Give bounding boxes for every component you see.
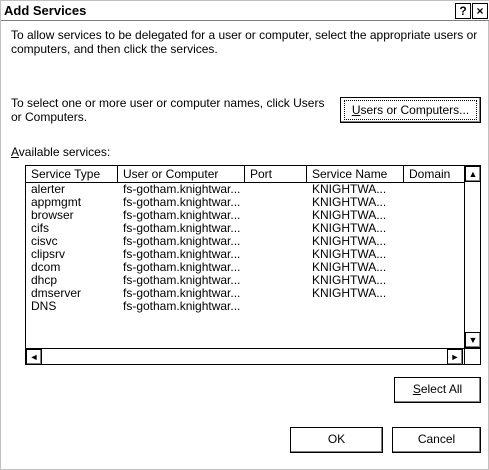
table-row[interactable]: cisvc fs-gotham.knightwar... KNIGHTWA... [26,235,464,248]
table-row[interactable]: dhcp fs-gotham.knightwar... KNIGHTWA... [26,274,464,287]
list-header: Service Type User or Computer Port Servi… [26,166,464,183]
users-label: sers or Computers... [360,103,470,117]
ok-button[interactable]: OK [290,427,383,453]
select-all-mnemonic: S [412,382,421,396]
column-header-user-or-computer[interactable]: User or Computer [118,166,245,183]
table-row[interactable]: browser fs-gotham.knightwar... KNIGHTWA... [26,209,464,222]
select-all-label: elect All [420,382,463,396]
cell-service-name: KNIGHTWA... [312,274,387,287]
horizontal-scrollbar[interactable]: ◄ ► [26,348,464,364]
column-header-service-type[interactable]: Service Type [26,166,118,183]
cell-user-or-computer: fs-gotham.knightwar... [123,287,241,300]
cell-service-type: alerter [31,183,66,196]
cell-service-name: KNIGHTWA... [312,235,387,248]
intro-text: To allow services to be delegated for a … [11,28,478,56]
cell-user-or-computer: fs-gotham.knightwar... [123,209,241,222]
add-services-dialog: Add Services ? × To allow services to be… [0,0,489,470]
cell-user-or-computer: fs-gotham.knightwar... [123,196,241,209]
table-row[interactable]: DNS fs-gotham.knightwar... [26,300,464,313]
services-list[interactable]: Service Type User or Computer Port Servi… [25,165,481,365]
cell-user-or-computer: fs-gotham.knightwar... [123,274,241,287]
cell-user-or-computer: fs-gotham.knightwar... [123,261,241,274]
cell-service-type: browser [31,209,74,222]
table-row[interactable]: clipsrv fs-gotham.knightwar... KNIGHTWA... [26,248,464,261]
cell-service-name: KNIGHTWA... [312,196,387,209]
cell-service-type: appmgmt [31,196,82,209]
table-row[interactable]: dcom fs-gotham.knightwar... KNIGHTWA... [26,261,464,274]
title-bar[interactable]: Add Services ? × [1,1,489,21]
column-header-port[interactable]: Port [245,166,307,183]
dialog-title: Add Services [4,3,87,18]
cell-service-type: dmserver [31,287,82,300]
focus-rect: Users or Computers... [344,100,477,120]
column-header-domain[interactable]: Domain [404,166,464,183]
users-or-computers-button[interactable]: Users or Computers... [340,97,481,123]
cell-service-type: clipsrv [31,248,66,261]
cell-user-or-computer: fs-gotham.knightwar... [123,300,241,313]
cell-service-name: KNIGHTWA... [312,287,387,300]
cell-service-type: cifs [31,222,49,235]
table-row[interactable]: cifs fs-gotham.knightwar... KNIGHTWA... [26,222,464,235]
cell-service-name: KNIGHTWA... [312,261,387,274]
cell-service-type: cisvc [31,235,58,248]
help-icon[interactable]: ? [455,3,471,19]
close-icon[interactable]: × [472,3,488,19]
cell-service-name: KNIGHTWA... [312,222,387,235]
scroll-down-icon[interactable]: ▼ [465,332,480,348]
available-services-label: Available services: [11,145,110,159]
column-header-service-name[interactable]: Service Name [307,166,404,183]
cell-service-name: KNIGHTWA... [312,248,387,261]
cell-user-or-computer: fs-gotham.knightwar... [123,183,241,196]
cell-user-or-computer: fs-gotham.knightwar... [123,235,241,248]
scroll-up-icon[interactable]: ▲ [465,166,480,182]
cancel-button[interactable]: Cancel [392,427,481,453]
cell-service-type: dcom [31,261,61,274]
cell-user-or-computer: fs-gotham.knightwar... [123,222,241,235]
table-row[interactable]: appmgmt fs-gotham.knightwar... KNIGHTWA... [26,196,464,209]
scroll-corner [464,348,480,364]
cell-service-type: dhcp [31,274,58,287]
table-row[interactable]: alerter fs-gotham.knightwar... KNIGHTWA... [26,183,464,196]
available-label-rest: vailable services: [18,145,111,159]
scroll-right-icon[interactable]: ► [447,349,463,364]
cell-service-name: KNIGHTWA... [312,183,387,196]
cell-service-name: KNIGHTWA... [312,209,387,222]
select-instructions: To select one or more user or computer n… [11,96,325,124]
cell-service-type: DNS [31,300,57,313]
vertical-scrollbar[interactable]: ▲ ▼ [464,166,480,349]
select-all-button[interactable]: Select All [394,377,481,403]
available-mnemonic: A [11,145,19,159]
scroll-left-icon[interactable]: ◄ [26,349,42,364]
cell-user-or-computer: fs-gotham.knightwar... [123,248,241,261]
table-row[interactable]: dmserver fs-gotham.knightwar... KNIGHTWA..… [26,287,464,300]
